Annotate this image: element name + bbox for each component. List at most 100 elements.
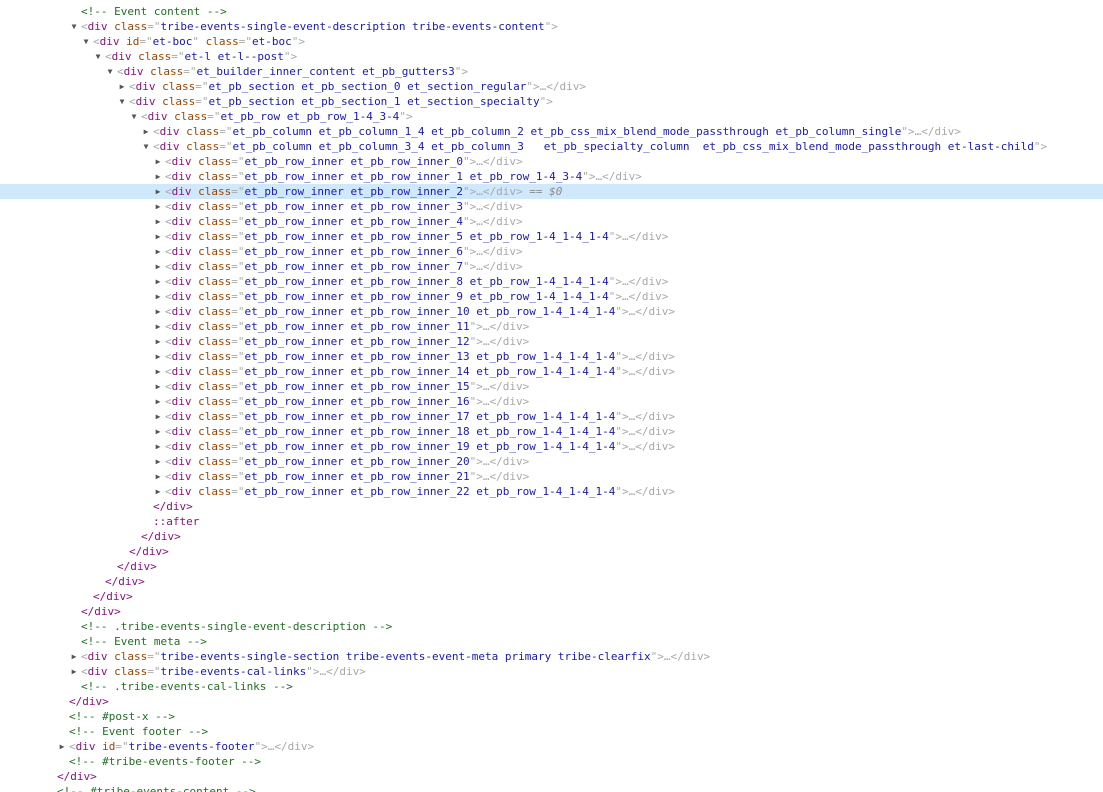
collapsed-triangle-icon[interactable]: ▶	[153, 214, 163, 229]
attribute-value: et_pb_row_inner et_pb_row_inner_20	[244, 455, 470, 468]
dom-node-row[interactable]: ▼ <div class="et_builder_inner_content et…	[0, 64, 1103, 79]
dom-node-row[interactable]: </div>	[0, 769, 1103, 784]
dom-node-row[interactable]: ▶ <div class="et_pb_row_inner et_pb_row_i…	[0, 304, 1103, 319]
dom-node-row[interactable]: ▼ <div id="et-boc" class="et-boc">	[0, 34, 1103, 49]
dom-node-row[interactable]: ▶ <div id="tribe-events-footer">…</div>	[0, 739, 1103, 754]
collapsed-triangle-icon[interactable]: ▶	[141, 124, 151, 139]
expanded-triangle-icon[interactable]: ▼	[129, 109, 139, 124]
collapsed-triangle-icon[interactable]: ▶	[153, 484, 163, 499]
dom-node-row[interactable]: </div>	[0, 694, 1103, 709]
dom-node-row[interactable]: </div>	[0, 499, 1103, 514]
dom-node-row[interactable]: ▶ <div class="et_pb_row_inner et_pb_row_i…	[0, 169, 1103, 184]
expanded-triangle-icon[interactable]: ▼	[105, 64, 115, 79]
collapsed-triangle-icon[interactable]: ▶	[153, 319, 163, 334]
collapsed-triangle-icon[interactable]: ▶	[153, 304, 163, 319]
dom-node-row[interactable]: ▶ <div class="et_pb_row_inner et_pb_row_i…	[0, 199, 1103, 214]
dom-node-row[interactable]: <!-- #post-x -->	[0, 709, 1103, 724]
dom-node-row[interactable]: ▶ <div class="et_pb_row_inner et_pb_row_i…	[0, 334, 1103, 349]
dom-node-row[interactable]: ▼ <div class="et_pb_column et_pb_column_3…	[0, 139, 1103, 154]
dom-node-row[interactable]: <!-- #tribe-events-footer -->	[0, 754, 1103, 769]
expanded-triangle-icon[interactable]: ▼	[141, 139, 151, 154]
dom-node-row[interactable]: <!-- .tribe-events-single-event-descript…	[0, 619, 1103, 634]
dom-node-row[interactable]: <!-- Event content -->	[0, 4, 1103, 19]
expanded-triangle-icon[interactable]: ▼	[93, 49, 103, 64]
attribute-name: class	[198, 245, 232, 258]
dom-node-row[interactable]: ▶ <div class="et_pb_row_inner et_pb_row_i…	[0, 274, 1103, 289]
collapsed-triangle-icon[interactable]: ▶	[153, 229, 163, 244]
pseudo-element: ::after	[153, 515, 200, 528]
dom-node-row[interactable]: ▼ <div class="tribe-events-single-event-d…	[0, 19, 1103, 34]
collapsed-triangle-icon[interactable]: ▶	[153, 184, 163, 199]
dom-node-row[interactable]: ▶ <div class="et_pb_row_inner et_pb_row_i…	[0, 229, 1103, 244]
dom-node-row[interactable]: ▼ <div class="et-l et-l--post">	[0, 49, 1103, 64]
collapsed-triangle-icon[interactable]: ▶	[153, 334, 163, 349]
collapsed-triangle-icon[interactable]: ▶	[153, 274, 163, 289]
dom-node-row[interactable]: <!-- Event footer -->	[0, 724, 1103, 739]
dom-node-row[interactable]: </div>	[0, 574, 1103, 589]
dom-node-row[interactable]: ▶ <div class="et_pb_row_inner et_pb_row_i…	[0, 394, 1103, 409]
collapsed-triangle-icon[interactable]: ▶	[153, 379, 163, 394]
collapsed-triangle-icon[interactable]: ▶	[153, 439, 163, 454]
tag-bracket: <	[81, 665, 88, 678]
collapsed-triangle-icon[interactable]: ▶	[153, 349, 163, 364]
dom-node-row[interactable]: <!-- #tribe-events-content -->	[0, 784, 1103, 792]
dom-node-row[interactable]: ▶ <div class="tribe-events-cal-links">…</…	[0, 664, 1103, 679]
expanded-triangle-icon[interactable]: ▼	[117, 94, 127, 109]
dom-node-row[interactable]: </div>	[0, 529, 1103, 544]
dom-node-row[interactable]: ▶ <div class="et_pb_row_inner et_pb_row_i…	[0, 289, 1103, 304]
dom-node-row[interactable]: ▶ <div class="et_pb_row_inner et_pb_row_i…	[0, 154, 1103, 169]
dom-node-row[interactable]: </div>	[0, 589, 1103, 604]
expanded-triangle-icon[interactable]: ▼	[69, 19, 79, 34]
dom-node-row[interactable]: ▶ <div class="et_pb_row_inner et_pb_row_i…	[0, 319, 1103, 334]
dom-node-row[interactable]: </div>	[0, 604, 1103, 619]
attribute-name: class	[198, 410, 232, 423]
dom-node-row[interactable]: ▶ <div class="et_pb_row_inner et_pb_row_i…	[0, 454, 1103, 469]
collapsed-triangle-icon[interactable]: ▶	[153, 469, 163, 484]
dom-node-row[interactable]: <!-- Event meta -->	[0, 634, 1103, 649]
collapsed-triangle-icon[interactable]: ▶	[69, 649, 79, 664]
collapsed-triangle-icon[interactable]: ▶	[153, 289, 163, 304]
collapsed-triangle-icon[interactable]: ▶	[153, 169, 163, 184]
collapsed-triangle-icon[interactable]: ▶	[57, 739, 67, 754]
selected-dom-node-row[interactable]: ▶ <div class="et_pb_row_inner et_pb_row_i…	[0, 184, 1103, 199]
dom-node-row[interactable]: ▶ <div class="et_pb_row_inner et_pb_row_i…	[0, 364, 1103, 379]
dom-node-row[interactable]: </div>	[0, 559, 1103, 574]
expanded-triangle-icon[interactable]: ▼	[81, 34, 91, 49]
collapsed-triangle-icon[interactable]: ▶	[153, 259, 163, 274]
dom-node-row[interactable]: ▶ <div class="et_pb_row_inner et_pb_row_i…	[0, 409, 1103, 424]
dom-node-row[interactable]: </div>	[0, 544, 1103, 559]
collapsed-triangle-icon[interactable]: ▶	[153, 154, 163, 169]
html-comment: <!-- Event footer -->	[69, 725, 209, 738]
dom-node-row[interactable]: ▶ <div class="et_pb_row_inner et_pb_row_i…	[0, 424, 1103, 439]
dom-node-row[interactable]: ▼ <div class="et_pb_section et_pb_section…	[0, 94, 1103, 109]
dom-node-row[interactable]: ▶ <div class="et_pb_column et_pb_column_1…	[0, 124, 1103, 139]
dom-node-row[interactable]: ▶ <div class="et_pb_row_inner et_pb_row_i…	[0, 439, 1103, 454]
dom-node-row[interactable]: ▶ <div class="et_pb_row_inner et_pb_row_i…	[0, 244, 1103, 259]
attr-quote: "	[201, 80, 209, 93]
dom-node-row[interactable]: ▶ <div class="et_pb_row_inner et_pb_row_i…	[0, 379, 1103, 394]
collapsed-triangle-icon[interactable]: ▶	[153, 409, 163, 424]
dom-node-row[interactable]: <!-- .tribe-events-cal-links -->	[0, 679, 1103, 694]
collapsed-triangle-icon[interactable]: ▶	[69, 664, 79, 679]
tag-name: div	[159, 125, 180, 138]
attr-quote: "	[615, 425, 622, 438]
dom-node-row[interactable]: ▶ <div class="et_pb_row_inner et_pb_row_i…	[0, 349, 1103, 364]
dom-node-row[interactable]: ::after	[0, 514, 1103, 529]
collapsed-triangle-icon[interactable]: ▶	[117, 79, 127, 94]
collapsed-triangle-icon[interactable]: ▶	[153, 244, 163, 259]
dom-node-row[interactable]: ▼ <div class="et_pb_row et_pb_row_1-4_3-4…	[0, 109, 1103, 124]
attr-equals: =	[231, 365, 238, 378]
collapsed-triangle-icon[interactable]: ▶	[153, 199, 163, 214]
attr-equals: =	[219, 140, 226, 153]
dom-node-row[interactable]: ▶ <div class="et_pb_row_inner et_pb_row_i…	[0, 484, 1103, 499]
dom-node-row[interactable]: ▶ <div class="et_pb_row_inner et_pb_row_i…	[0, 214, 1103, 229]
collapsed-triangle-icon[interactable]: ▶	[153, 394, 163, 409]
collapsed-triangle-icon[interactable]: ▶	[153, 424, 163, 439]
collapsed-triangle-icon[interactable]: ▶	[153, 454, 163, 469]
dom-node-row[interactable]: ▶ <div class="et_pb_row_inner et_pb_row_i…	[0, 259, 1103, 274]
attr-equals: =	[183, 65, 190, 78]
collapsed-triangle-icon[interactable]: ▶	[153, 364, 163, 379]
dom-node-row[interactable]: ▶ <div class="et_pb_row_inner et_pb_row_i…	[0, 469, 1103, 484]
dom-node-row[interactable]: ▶ <div class="tribe-events-single-section…	[0, 649, 1103, 664]
dom-node-row[interactable]: ▶ <div class="et_pb_section et_pb_section…	[0, 79, 1103, 94]
